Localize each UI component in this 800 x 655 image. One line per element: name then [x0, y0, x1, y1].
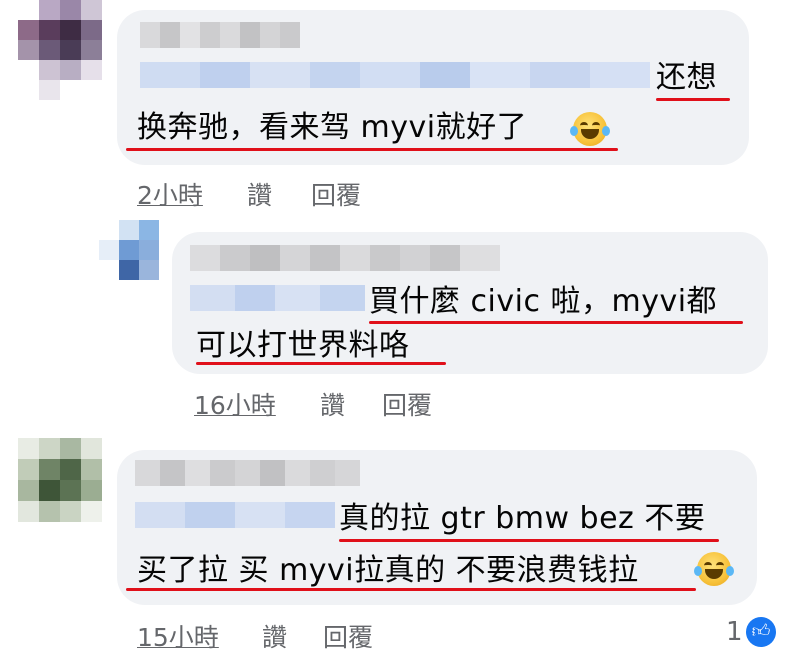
reaction-count[interactable]: 1	[726, 617, 743, 647]
avatar[interactable]	[99, 220, 159, 280]
like-button[interactable]: 讚	[247, 176, 272, 212]
redacted-text	[190, 285, 365, 311]
comment-text-line2: 可以打世界料咯	[196, 328, 410, 363]
like-button[interactable]: 讚	[320, 386, 345, 422]
reply-button[interactable]: 回覆	[311, 176, 361, 212]
like-button[interactable]: 讚	[262, 618, 287, 654]
tears-of-joy-emoji-icon	[570, 112, 610, 146]
comment-text-line2: 买了拉 买 myvi拉真的 不要浪费钱拉	[137, 553, 639, 588]
tears-of-joy-emoji-icon	[694, 552, 734, 586]
comment-timestamp[interactable]: 15小時	[137, 618, 219, 654]
commenter-name[interactable]	[140, 22, 300, 48]
highlight-underline	[126, 148, 618, 151]
highlight-underline	[656, 98, 730, 101]
reply-button[interactable]: 回覆	[323, 618, 373, 654]
comment-text-line1: 还想	[656, 60, 717, 95]
highlight-underline	[369, 321, 743, 324]
redacted-text	[140, 62, 650, 88]
comment-text-line1: 買什麼 civic 啦，myvi都	[369, 284, 718, 319]
commenter-name[interactable]	[135, 460, 360, 486]
highlight-underline	[196, 362, 446, 365]
avatar[interactable]	[18, 0, 102, 100]
redacted-text	[135, 502, 335, 528]
comment-text-line2: 换奔驰，看来驾 myvi就好了	[137, 110, 528, 145]
thumbs-up-icon[interactable]: 👍︎	[746, 617, 776, 647]
commenter-name[interactable]	[190, 245, 500, 271]
highlight-underline	[126, 588, 696, 591]
reply-button[interactable]: 回覆	[382, 386, 432, 422]
avatar[interactable]	[18, 438, 102, 522]
comment-timestamp[interactable]: 16小時	[194, 386, 276, 422]
comment-text-line1: 真的拉 gtr bmw bez 不要	[339, 501, 706, 536]
highlight-underline	[339, 539, 719, 542]
comment-timestamp[interactable]: 2小時	[137, 176, 203, 212]
